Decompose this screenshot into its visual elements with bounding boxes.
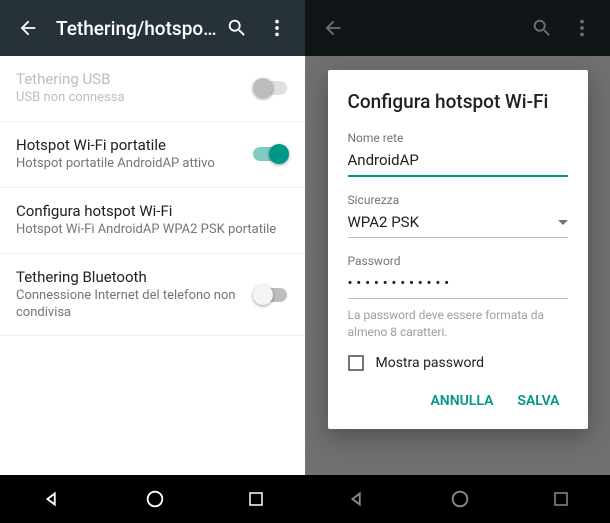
checkbox-label: Mostra password	[376, 355, 485, 371]
security-field[interactable]: Sicurezza WPA2 PSK	[348, 193, 568, 238]
nav-home-icon[interactable]	[144, 488, 166, 510]
setting-subtitle: Hotspot Wi-Fi AndroidAP WPA2 PSK portati…	[16, 222, 289, 239]
settings-list: Tethering USB USB non connessa Hotspot W…	[0, 56, 305, 475]
field-label: Nome rete	[348, 131, 568, 145]
setting-subtitle: Hotspot portatile AndroidAP attivo	[16, 156, 253, 173]
field-label: Password	[348, 254, 568, 268]
appbar: Tethering/hotspot p...	[0, 0, 305, 56]
network-name-field[interactable]: Nome rete AndroidAP	[348, 131, 568, 177]
setting-tethering-usb: Tethering USB USB non connessa	[0, 56, 305, 122]
show-password-checkbox[interactable]: Mostra password	[348, 355, 568, 371]
page-title: Tethering/hotspot p...	[56, 17, 217, 40]
nav-recent-icon[interactable]	[247, 490, 265, 508]
overflow-icon[interactable]	[257, 8, 297, 48]
save-button[interactable]: SALVA	[509, 383, 567, 419]
configure-hotspot-dialog: Configura hotspot Wi-Fi Nome rete Androi…	[328, 70, 588, 429]
setting-subtitle: USB non connessa	[16, 90, 253, 107]
password-hint: La password deve essere formata da almen…	[348, 307, 568, 341]
search-icon[interactable]	[217, 8, 257, 48]
password-field[interactable]: Password • • • • • • • • • • • •	[348, 254, 568, 299]
setting-hotspot-wifi[interactable]: Hotspot Wi-Fi portatile Hotspot portatil…	[0, 122, 305, 188]
field-label: Sicurezza	[348, 193, 568, 207]
setting-subtitle: Connessione Internet del telefono non co…	[16, 288, 253, 322]
switch-usb	[253, 78, 289, 98]
setting-configure-hotspot[interactable]: Configura hotspot Wi-Fi Hotspot Wi-Fi An…	[0, 188, 305, 254]
setting-title: Configura hotspot Wi-Fi	[16, 202, 289, 220]
network-name-input[interactable]: AndroidAP	[348, 149, 568, 177]
dialog-title: Configura hotspot Wi-Fi	[348, 90, 568, 113]
security-select[interactable]: WPA2 PSK	[348, 213, 419, 231]
back-icon[interactable]	[8, 8, 48, 48]
setting-tethering-bluetooth[interactable]: Tethering Bluetooth Connessione Internet…	[0, 254, 305, 337]
switch-wifi[interactable]	[253, 144, 289, 164]
nav-back-icon[interactable]	[41, 488, 63, 510]
cancel-button[interactable]: ANNULLA	[422, 383, 501, 419]
switch-bluetooth[interactable]	[253, 285, 289, 305]
setting-title: Hotspot Wi-Fi portatile	[16, 136, 253, 154]
setting-title: Tethering Bluetooth	[16, 268, 253, 286]
checkbox-icon[interactable]	[348, 355, 364, 371]
dialog-scrim[interactable]: Configura hotspot Wi-Fi Nome rete Androi…	[305, 0, 610, 523]
password-input[interactable]: • • • • • • • • • • • •	[348, 272, 568, 299]
navbar	[0, 475, 305, 523]
setting-title: Tethering USB	[16, 70, 253, 88]
chevron-down-icon	[558, 220, 568, 225]
